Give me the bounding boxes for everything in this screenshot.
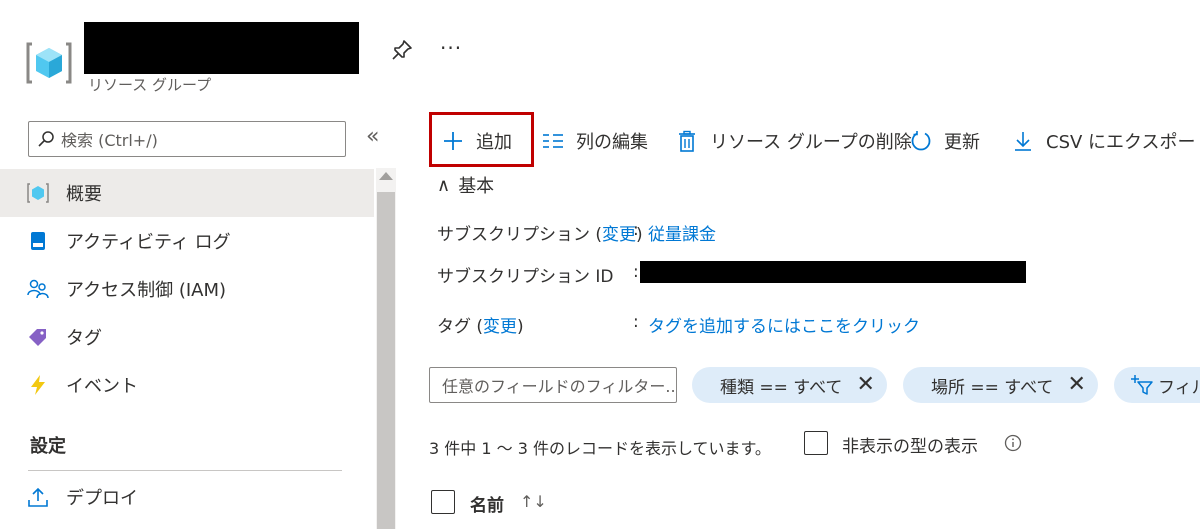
add-tags-link[interactable]: タグを追加するにはここをクリック [648, 312, 920, 337]
tags-label-text: タグ [437, 317, 471, 337]
change-subscription-link[interactable]: 変更 [602, 225, 636, 245]
trash-icon [679, 130, 695, 152]
sidebar-item-iam[interactable]: アクセス制御 (IAM) [0, 265, 374, 313]
overview-cube-icon [26, 181, 50, 205]
column-header-name[interactable]: 名前 [470, 491, 504, 516]
plus-icon [444, 132, 462, 150]
sidebar-item-label: アクティビティ ログ [66, 232, 231, 253]
tags-label: タグ (変更) [437, 317, 524, 337]
sidebar-item-label: デプロイ [66, 488, 138, 509]
subscription-label-text: サブスクリプション [437, 225, 590, 245]
scroll-up-arrow[interactable] [379, 172, 393, 180]
sidebar-search-input[interactable]: 検索 (Ctrl+/) [28, 121, 346, 157]
select-all-checkbox[interactable] [431, 490, 455, 514]
essentials-toggle[interactable]: ∧ 基本 [437, 172, 494, 198]
close-icon[interactable]: ✕ [856, 374, 874, 396]
lightning-icon [26, 373, 50, 397]
colon: : [633, 312, 639, 332]
info-icon[interactable] [1004, 434, 1022, 452]
change-tags-link[interactable]: 変更 [483, 317, 517, 337]
people-icon [26, 277, 50, 301]
close-icon[interactable]: ✕ [1067, 374, 1085, 396]
add-filter-icon [1131, 375, 1153, 395]
subscription-label: サブスクリプション (変更) [437, 225, 643, 245]
search-icon [38, 131, 54, 147]
sidebar-item-label: 概要 [66, 184, 102, 205]
refresh-icon [911, 131, 931, 151]
filter-pill-type[interactable]: 種類 == すべて ✕ [692, 367, 887, 403]
refresh-label: 更新 [944, 132, 980, 153]
add-button[interactable]: 追加 [442, 118, 512, 164]
deploy-upload-icon [26, 485, 50, 509]
section-heading-settings: 設定 [30, 436, 66, 457]
sidebar-item-label: アクセス制御 (IAM) [66, 280, 227, 301]
more-options-button[interactable]: ··· [440, 36, 462, 60]
pin-icon[interactable] [390, 38, 414, 62]
sidebar-item-overview[interactable]: 概要 [0, 169, 374, 217]
page-subtitle: リソース グループ [88, 76, 212, 94]
essentials-heading: 基本 [458, 176, 495, 197]
colon: : [633, 262, 639, 282]
columns-icon [543, 134, 563, 148]
filter-pill-location-label: 場所 == すべて [931, 377, 1054, 398]
sidebar-item-deployments[interactable]: デプロイ [0, 473, 374, 521]
collapse-sidebar-button[interactable]: « [366, 124, 379, 149]
export-csv-button[interactable]: CSV にエクスポート [1012, 118, 1200, 164]
filter-pill-type-label: 種類 == すべて [720, 377, 843, 398]
download-icon [1015, 132, 1031, 151]
refresh-button[interactable]: 更新 [910, 118, 980, 164]
export-csv-label: CSV にエクスポート [1046, 132, 1200, 153]
sidebar-item-events[interactable]: イベント [0, 361, 374, 409]
subscription-value-link[interactable]: 従量課金 [648, 220, 716, 245]
delete-resource-group-button[interactable]: リソース グループの削除 [676, 118, 912, 164]
show-hidden-types-checkbox[interactable] [804, 431, 828, 455]
sidebar-item-label: タグ [66, 328, 102, 349]
add-filter-button[interactable]: フィル [1114, 367, 1200, 403]
filter-pill-location[interactable]: 場所 == すべて ✕ [903, 367, 1098, 403]
edit-columns-label: 列の編集 [576, 132, 648, 153]
add-filter-label: フィル [1158, 377, 1200, 398]
subscription-id-label: サブスクリプション ID [437, 267, 614, 287]
sidebar-item-label: イベント [66, 376, 138, 397]
section-divider [28, 470, 342, 471]
activity-log-icon [26, 229, 50, 253]
sidebar-item-tags[interactable]: タグ [0, 313, 374, 361]
add-button-label: 追加 [476, 132, 512, 153]
edit-columns-button[interactable]: 列の編集 [542, 118, 648, 164]
colon: : [633, 220, 639, 240]
sidebar-item-activity-log[interactable]: アクティビティ ログ [0, 217, 374, 265]
chevron-up-icon: ∧ [437, 174, 451, 196]
record-count-text: 3 件中 1 ～ 3 件のレコードを表示しています。 [429, 439, 771, 458]
sort-icon[interactable]: ↑↓ [520, 492, 547, 511]
show-hidden-types-label: 非表示の型の表示 [842, 437, 978, 457]
filter-field-input[interactable]: 任意のフィールドのフィルター... [429, 367, 677, 403]
redacted-resource-group-name [84, 22, 359, 74]
sidebar-scrollbar-thumb[interactable] [377, 192, 395, 529]
resource-group-cube-icon [26, 42, 72, 84]
search-placeholder: 検索 (Ctrl+/) [61, 131, 158, 150]
tag-icon [26, 325, 50, 349]
redacted-subscription-id [640, 261, 1026, 283]
delete-resource-group-label: リソース グループの削除 [710, 132, 912, 153]
